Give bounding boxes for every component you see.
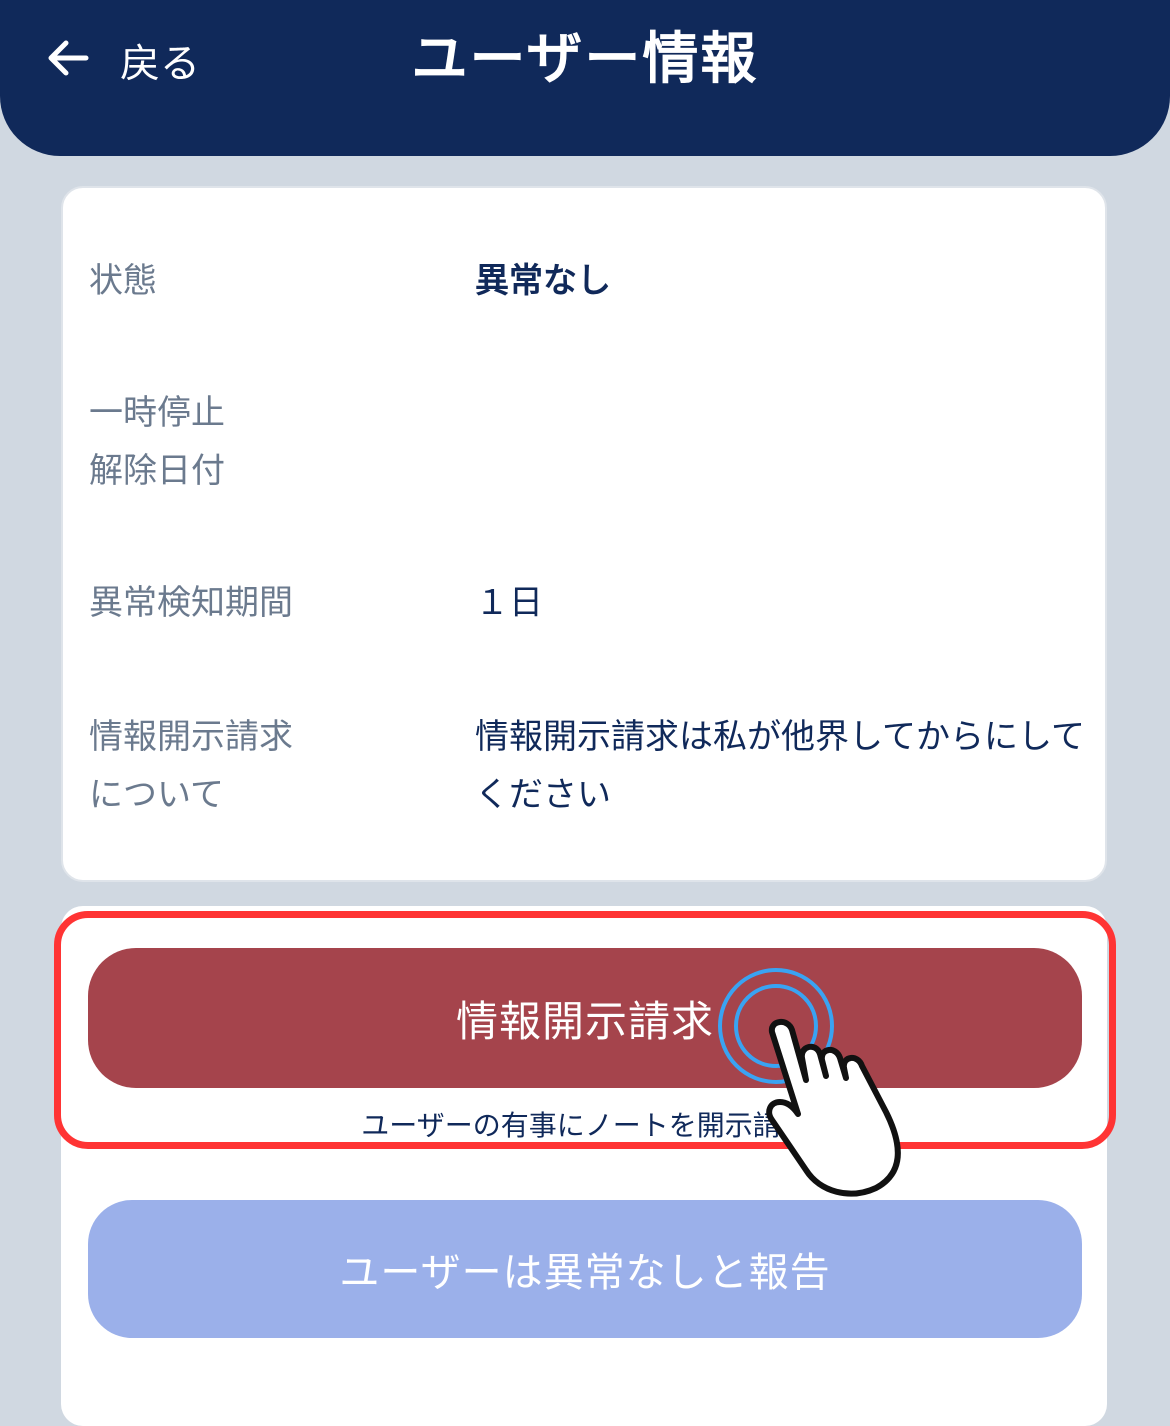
status-label: 状態 <box>89 261 157 301</box>
pause-release-date-label: 一時停止 解除日付 <box>89 393 225 491</box>
detection-period-value: １日 <box>475 583 543 623</box>
user-info-card: 状態 異常なし 一時停止 解除日付 異常検知期間 １日 情報開示請求 について … <box>61 186 1107 882</box>
status-value: 異常なし <box>475 261 611 301</box>
disclosure-note-label: 情報開示請求 について <box>89 717 293 815</box>
disclosure-note-value: 情報開示請求は私が他界してからにしてください <box>475 717 1085 815</box>
report-no-issue-button[interactable]: ユーザーは異常なしと報告 <box>88 1200 1082 1338</box>
page-title: ユーザー情報 <box>411 27 759 92</box>
app-header: 戻る ユーザー情報 <box>0 0 1170 156</box>
highlight-frame <box>54 911 1116 1149</box>
detection-period-label: 異常検知期間 <box>89 583 293 623</box>
